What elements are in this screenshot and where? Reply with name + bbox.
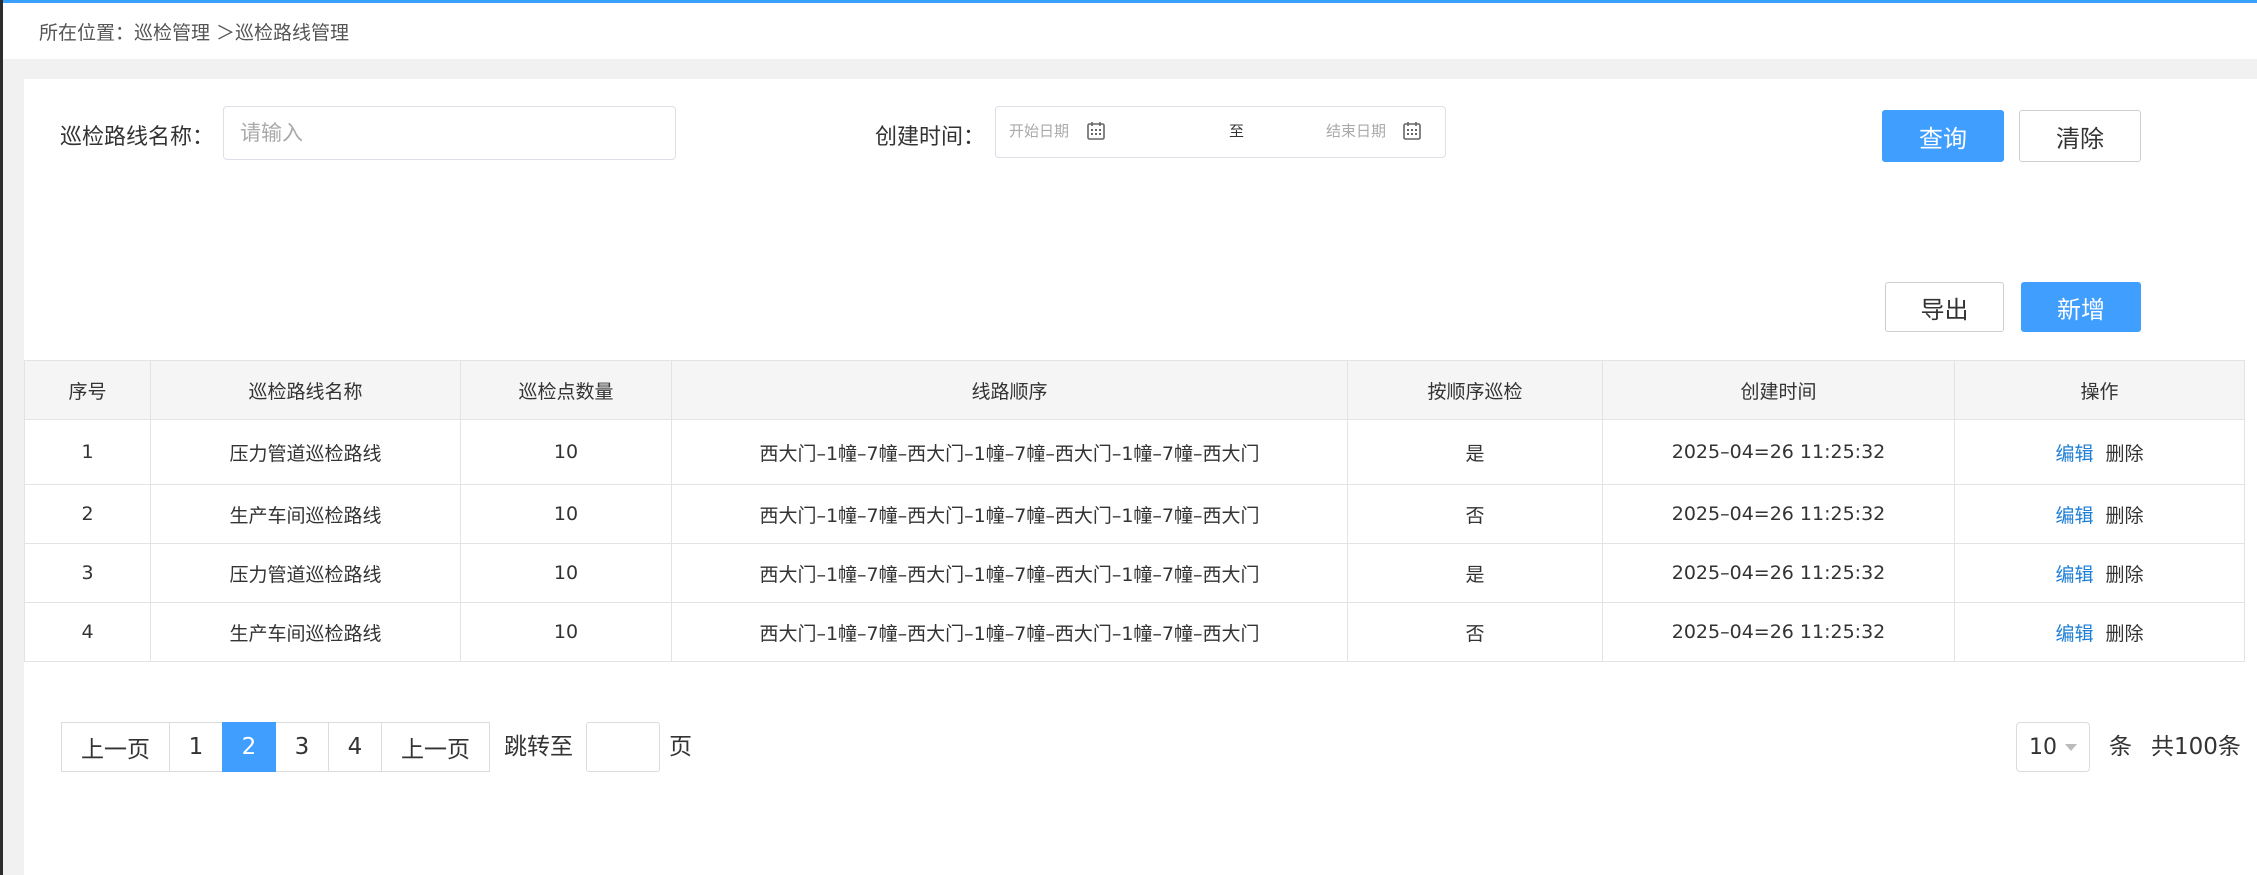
cell-index: 4 [24, 602, 151, 662]
breadcrumb: 所在位置：巡检管理 ＞巡检路线管理 [3, 3, 2257, 59]
header-point-count: 巡检点数量 [460, 360, 672, 420]
cell-route-order: 西大门–1幢–7幢–西大门–1幢–7幢–西大门–1幢–7幢–西大门 [671, 484, 1348, 544]
cell-created-time: 2025–04=26 11:25:32 [1602, 602, 1955, 662]
start-date-input[interactable]: 开始日期 [1009, 121, 1069, 141]
jump-page-input[interactable] [586, 722, 660, 772]
edit-link[interactable]: 编辑 [2055, 623, 2093, 645]
table-row: 2 生产车间巡检路线 10 西大门–1幢–7幢–西大门–1幢–7幢–西大门–1幢… [24, 484, 2245, 544]
export-button[interactable]: 导出 [1885, 282, 2004, 332]
chevron-down-icon [2065, 744, 2077, 751]
cell-ordered: 是 [1347, 543, 1603, 603]
delete-link[interactable]: 删除 [2106, 564, 2144, 586]
cell-route-name: 生产车间巡检路线 [150, 602, 461, 662]
page-unit-label: 页 [669, 734, 692, 760]
cell-point-count: 10 [460, 602, 672, 662]
pagination: 上一页 1 2 3 4 上一页 [61, 722, 490, 772]
end-date-input[interactable]: 结束日期 [1326, 121, 1386, 141]
next-page-button[interactable]: 上一页 [381, 722, 490, 772]
header-route-order: 线路顺序 [671, 360, 1348, 420]
cell-actions: 编辑 删除 [1954, 543, 2245, 603]
cell-route-order: 西大门–1幢–7幢–西大门–1幢–7幢–西大门–1幢–7幢–西大门 [671, 419, 1348, 485]
left-edge-bar [0, 0, 3, 875]
clear-button[interactable]: 清除 [2019, 110, 2141, 162]
page-size-value: 10 [2029, 734, 2057, 760]
page-button-active[interactable]: 2 [222, 722, 276, 772]
header-ordered-inspection: 按顺序巡检 [1347, 360, 1603, 420]
main-panel: 巡检路线名称： 创建时间： 开始日期 至 结束日期 查询 清除 导出 新增 序号 [24, 79, 2257, 875]
route-table: 序号 巡检路线名称 巡检点数量 线路顺序 按顺序巡检 创建时间 操作 1 压力管… [24, 360, 2245, 662]
cell-route-name: 压力管道巡检路线 [150, 419, 461, 485]
edit-link[interactable]: 编辑 [2055, 564, 2093, 586]
cell-actions: 编辑 删除 [1954, 602, 2245, 662]
cell-created-time: 2025–04=26 11:25:32 [1602, 419, 1955, 485]
cell-actions: 编辑 删除 [1954, 484, 2245, 544]
cell-ordered: 否 [1347, 484, 1603, 544]
table-header-row: 序号 巡检路线名称 巡检点数量 线路顺序 按顺序巡检 创建时间 操作 [24, 360, 2245, 420]
total-count-label: 共100条 [2151, 734, 2241, 760]
cell-actions: 编辑 删除 [1954, 419, 2245, 485]
header-route-name: 巡检路线名称 [150, 360, 461, 420]
table-row: 4 生产车间巡检路线 10 西大门–1幢–7幢–西大门–1幢–7幢–西大门–1幢… [24, 602, 2245, 662]
add-button[interactable]: 新增 [2021, 282, 2141, 332]
header-created-time: 创建时间 [1602, 360, 1955, 420]
size-unit-label: 条 [2109, 734, 2132, 760]
route-name-input[interactable] [223, 106, 676, 160]
table-row: 1 压力管道巡检路线 10 西大门–1幢–7幢–西大门–1幢–7幢–西大门–1幢… [24, 419, 2245, 485]
cell-point-count: 10 [460, 419, 672, 485]
header-index: 序号 [24, 360, 151, 420]
cell-route-order: 西大门–1幢–7幢–西大门–1幢–7幢–西大门–1幢–7幢–西大门 [671, 602, 1348, 662]
cell-route-name: 压力管道巡检路线 [150, 543, 461, 603]
calendar-icon[interactable] [1403, 121, 1421, 140]
cell-point-count: 10 [460, 484, 672, 544]
cell-index: 1 [24, 419, 151, 485]
cell-ordered: 否 [1347, 602, 1603, 662]
delete-link[interactable]: 删除 [2106, 505, 2144, 527]
edit-link[interactable]: 编辑 [2055, 505, 2093, 527]
cell-route-name: 生产车间巡检路线 [150, 484, 461, 544]
page-button[interactable]: 3 [275, 722, 329, 772]
jump-to-label: 跳转至 [504, 734, 573, 760]
cell-point-count: 10 [460, 543, 672, 603]
delete-link[interactable]: 删除 [2106, 623, 2144, 645]
created-time-label: 创建时间： [875, 125, 986, 150]
page-button[interactable]: 1 [169, 722, 223, 772]
page-size-select[interactable]: 10 [2016, 722, 2090, 772]
breadcrumb-text: 所在位置：巡检管理 ＞巡检路线管理 [39, 21, 350, 44]
date-range-picker[interactable]: 开始日期 至 结束日期 [995, 106, 1446, 158]
route-name-label: 巡检路线名称： [60, 125, 215, 150]
prev-page-button[interactable]: 上一页 [61, 722, 170, 772]
date-separator: 至 [1229, 122, 1245, 140]
cell-created-time: 2025–04=26 11:25:32 [1602, 484, 1955, 544]
page-button[interactable]: 4 [328, 722, 382, 772]
delete-link[interactable]: 删除 [2106, 443, 2144, 465]
cell-created-time: 2025–04=26 11:25:32 [1602, 543, 1955, 603]
query-button[interactable]: 查询 [1882, 110, 2004, 162]
cell-ordered: 是 [1347, 419, 1603, 485]
cell-route-order: 西大门–1幢–7幢–西大门–1幢–7幢–西大门–1幢–7幢–西大门 [671, 543, 1348, 603]
cell-index: 2 [24, 484, 151, 544]
cell-index: 3 [24, 543, 151, 603]
calendar-icon[interactable] [1087, 121, 1105, 140]
table-row: 3 压力管道巡检路线 10 西大门–1幢–7幢–西大门–1幢–7幢–西大门–1幢… [24, 543, 2245, 603]
header-actions: 操作 [1954, 360, 2245, 420]
edit-link[interactable]: 编辑 [2055, 443, 2093, 465]
